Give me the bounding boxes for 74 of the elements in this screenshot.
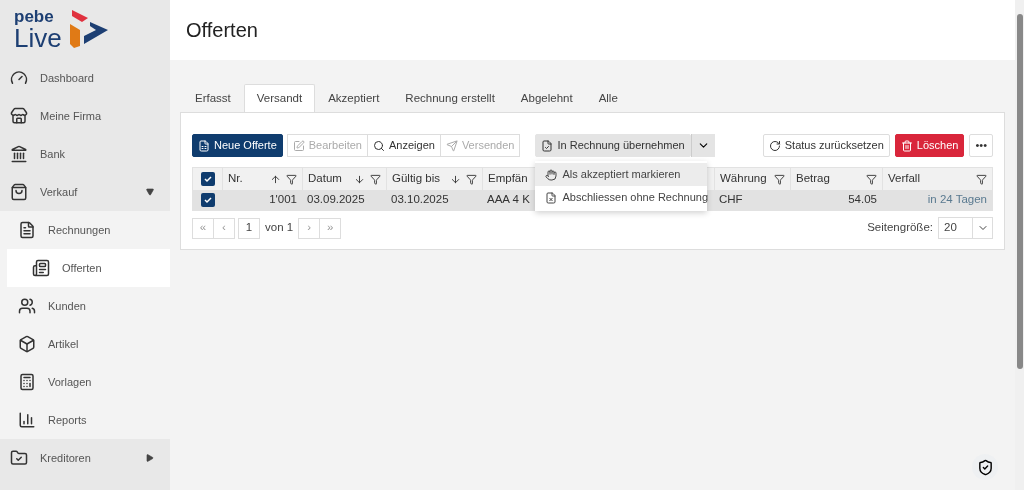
check-icon xyxy=(202,174,213,184)
bar-chart-icon xyxy=(18,411,36,429)
tab[interactable]: Abgelehnt xyxy=(507,84,586,112)
users-icon xyxy=(18,297,36,315)
tab[interactable]: Erfasst xyxy=(182,84,244,112)
table-cell-text: AAA 4 K xyxy=(487,192,530,208)
check-icon xyxy=(202,195,213,205)
trash-icon xyxy=(900,139,913,152)
column-header[interactable]: Nr. xyxy=(228,170,265,188)
table-cell-text: 03.09.2025 xyxy=(307,192,365,208)
column-header[interactable]: Datum xyxy=(308,170,349,188)
toolbar-button[interactable]: Anzeigen xyxy=(367,134,441,157)
column-header[interactable]: Gültig bis xyxy=(392,170,445,188)
form-icon xyxy=(198,139,210,152)
document-icon xyxy=(18,221,36,239)
more-button[interactable]: ••• xyxy=(969,134,993,157)
folder-icon xyxy=(10,449,28,467)
toolbar-button[interactable]: Neue Offerte xyxy=(192,134,283,157)
bag-icon xyxy=(10,183,28,201)
document-icon xyxy=(32,259,50,277)
toolbar-button[interactable]: Löschen xyxy=(894,134,965,157)
send-icon xyxy=(445,139,458,152)
file-x-icon xyxy=(545,191,558,204)
caret-right-icon xyxy=(146,454,154,462)
page-field[interactable]: 1 xyxy=(238,217,260,239)
sidebar-item[interactable]: Kreditoren xyxy=(0,439,170,477)
menu-item[interactable]: Als akzeptiert markieren xyxy=(535,163,708,186)
store-icon xyxy=(10,107,28,125)
sidebar-item[interactable]: Bank xyxy=(0,135,170,173)
logo-text: pebe xyxy=(14,8,55,25)
filter-icon[interactable] xyxy=(866,173,877,185)
sidebar-item[interactable]: Offerten xyxy=(7,249,170,287)
calculator-icon xyxy=(18,373,36,391)
table-cell-text: 1'001 xyxy=(269,192,297,208)
sidebar-item[interactable]: Dashboard xyxy=(0,59,170,97)
tab[interactable]: Rechnung erstellt xyxy=(392,84,508,112)
sidebar-item[interactable]: Verkauf xyxy=(0,173,170,211)
file-check-icon xyxy=(541,139,554,152)
toolbar-button[interactable]: Status zurücksetzen xyxy=(762,134,890,157)
page-size-label: Seitengröße: xyxy=(867,220,933,236)
table-cell-text: 03.10.2025 xyxy=(391,192,449,208)
tab[interactable]: Versandt xyxy=(243,84,316,112)
hand-icon xyxy=(545,168,558,181)
edit-icon xyxy=(292,139,305,152)
shield-icon xyxy=(976,458,994,476)
checkbox[interactable] xyxy=(200,172,215,186)
toolbar-button[interactable]: In Rechnung übernehmen xyxy=(535,134,691,157)
table-cell-text: in 24 Tagen xyxy=(927,192,987,208)
security-button[interactable] xyxy=(972,454,998,480)
caret-down-icon xyxy=(146,188,154,196)
page-size-select[interactable]: 20 xyxy=(938,217,993,239)
gauge-icon xyxy=(10,69,28,87)
filter-icon[interactable] xyxy=(466,173,477,185)
checkbox[interactable] xyxy=(200,193,215,207)
dropdown-toggle[interactable] xyxy=(690,134,715,157)
column-header[interactable]: Währung xyxy=(720,170,769,188)
filter-icon[interactable] xyxy=(370,173,381,185)
column-header[interactable]: Betrag xyxy=(796,170,861,188)
table-cell-text: 54.05 xyxy=(848,192,877,208)
page-count: von 1 xyxy=(265,220,294,236)
logo-text: Live xyxy=(14,25,62,51)
sidebar-item[interactable]: Meine Firma xyxy=(0,97,170,135)
tab[interactable]: Alle xyxy=(585,84,631,112)
table-cell-text: CHF xyxy=(719,192,743,208)
box-icon xyxy=(18,335,36,353)
search-icon xyxy=(373,139,385,152)
tab[interactable]: Akzeptiert xyxy=(315,84,393,112)
bank-icon xyxy=(10,145,28,163)
reset-icon xyxy=(768,139,781,152)
page-title: Offerten xyxy=(186,18,258,43)
filter-icon[interactable] xyxy=(774,173,785,185)
filter-icon[interactable] xyxy=(976,173,987,185)
filter-icon[interactable] xyxy=(286,173,297,185)
column-header[interactable]: Verfall xyxy=(888,170,971,188)
